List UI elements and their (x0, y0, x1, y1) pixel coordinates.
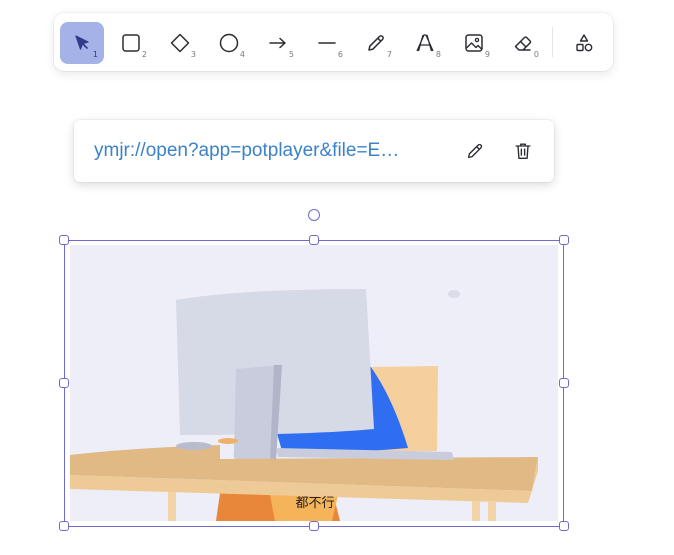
circle-icon (219, 33, 239, 53)
pencil-icon (467, 143, 483, 159)
tool-line[interactable]: 6 (305, 22, 349, 64)
tool-key: 4 (239, 50, 245, 59)
edit-link-button[interactable] (462, 138, 488, 164)
tool-eraser[interactable]: 0 (501, 22, 545, 64)
resize-handle-right[interactable] (559, 378, 569, 388)
tool-draw[interactable]: 7 (354, 22, 398, 64)
element-link-url[interactable]: ymjr://open?app=potplayer&file=E… (94, 140, 439, 162)
element-label: 都不行 (295, 496, 335, 511)
link-popover: ymjr://open?app=potplayer&file=E… (74, 120, 554, 182)
tool-arrow[interactable]: 5 (256, 22, 300, 64)
tool-key: 7 (386, 50, 392, 59)
resize-handle-top[interactable] (309, 235, 319, 245)
resize-handle-bottom[interactable] (309, 521, 319, 531)
tool-ellipse[interactable]: 4 (207, 22, 251, 64)
tool-key: 2 (141, 50, 147, 59)
tool-diamond[interactable]: 3 (158, 22, 202, 64)
tool-rectangle[interactable]: 2 (109, 22, 153, 64)
tool-key: 8 (435, 50, 441, 59)
tool-text[interactable]: 8 (403, 22, 447, 64)
arrow-right-icon (269, 37, 286, 49)
pointer-icon (75, 35, 89, 50)
resize-handle-left[interactable] (59, 378, 69, 388)
text-icon (416, 34, 434, 52)
trash-icon (515, 143, 531, 159)
tool-more-shapes[interactable] (562, 22, 606, 64)
tool-selection[interactable]: 1 (60, 22, 104, 64)
resize-handle-top-left[interactable] (59, 235, 69, 245)
line-icon (318, 42, 336, 44)
image-icon (465, 34, 483, 52)
selection-box (64, 240, 564, 527)
tool-key: 0 (533, 50, 539, 59)
square-icon (122, 34, 140, 52)
tool-key: 3 (190, 50, 196, 59)
delete-link-button[interactable] (510, 138, 536, 164)
eraser-icon (514, 36, 532, 51)
tool-key: 1 (92, 50, 98, 59)
tool-key: 5 (288, 50, 294, 59)
pencil-icon (368, 35, 384, 51)
diamond-icon (170, 33, 190, 53)
resize-handle-bottom-left[interactable] (59, 521, 69, 531)
rotation-handle[interactable] (308, 209, 320, 221)
shape-toolbar: 1 2 3 4 5 6 7 8 9 0 (54, 13, 613, 71)
resize-handle-bottom-right[interactable] (559, 521, 569, 531)
tool-image[interactable]: 9 (452, 22, 496, 64)
tool-key: 9 (484, 50, 490, 59)
shapes-icon (576, 34, 593, 52)
tool-key: 6 (337, 50, 343, 59)
toolbar-divider (552, 27, 553, 57)
resize-handle-top-right[interactable] (559, 235, 569, 245)
